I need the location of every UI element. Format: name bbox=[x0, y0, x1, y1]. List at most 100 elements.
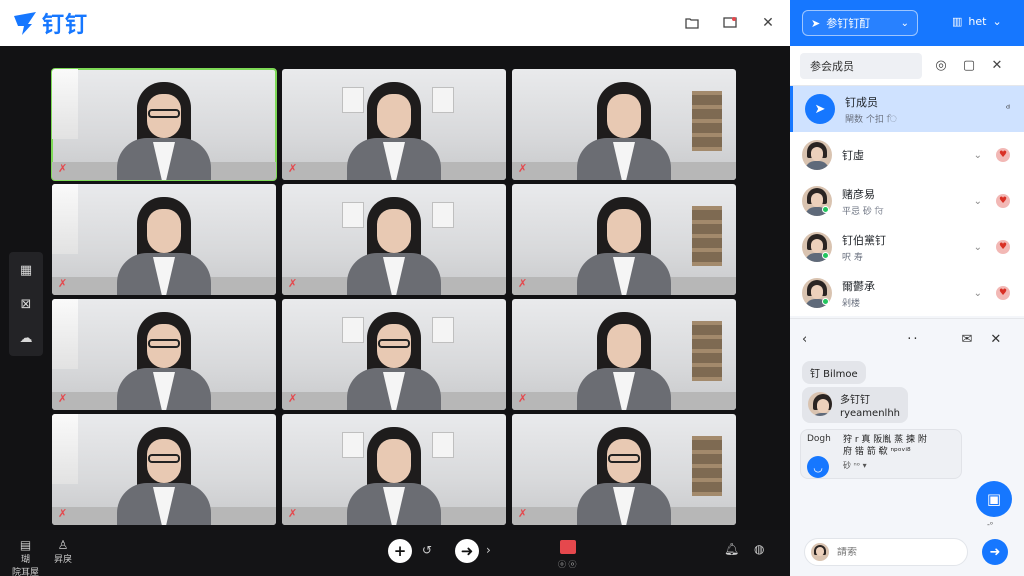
share-icon[interactable]: ☁ bbox=[12, 324, 40, 352]
record-icon[interactable] bbox=[560, 540, 576, 554]
participant-video bbox=[109, 76, 219, 180]
chat-message: Dogh 狩 r 真 阪胤 蒸 揀 附 府 锴 箭 欷 ⁿᵖᵒᵛⁱ⁸ 砂 ⁿᵒ … bbox=[800, 429, 962, 479]
send-button[interactable]: ➜ bbox=[982, 539, 1008, 565]
globe-icon[interactable]: ◎ bbox=[932, 58, 950, 73]
member-name: 钉成员 bbox=[845, 95, 878, 109]
square-icon[interactable]: ▢ bbox=[960, 58, 978, 73]
left-control-1-label: 瑚 院耳屋 bbox=[12, 555, 40, 576]
video-tile[interactable]: ✗ bbox=[52, 414, 276, 525]
member-name: 钉伯黨钉 bbox=[842, 233, 886, 247]
top-bar: 钉钉 ✕ bbox=[0, 0, 790, 46]
mic-off-icon: ✗ bbox=[288, 507, 298, 520]
video-tile[interactable]: ✗ bbox=[282, 184, 506, 295]
member-name: 爾鬱承 bbox=[842, 279, 875, 293]
window bbox=[52, 299, 78, 369]
layout-grid-icon[interactable]: ▦ bbox=[12, 256, 40, 284]
forward-button[interactable]: ➜ bbox=[455, 539, 479, 563]
chat-message-title: 多钉钉 bbox=[840, 395, 870, 406]
member-status: 閘数 个扣 ਿ bbox=[845, 114, 897, 125]
back-icon[interactable]: ‹ bbox=[802, 332, 807, 347]
close-icon[interactable]: ✕ bbox=[988, 58, 1006, 73]
reaction-icon: ♥ bbox=[996, 194, 1010, 208]
video-tile[interactable]: ✗ bbox=[51, 68, 277, 181]
bird-icon: ➤ bbox=[811, 16, 821, 30]
video-stage: ✗ ✗ ✗ ✗ ✗ ✗ ✗ ✗ ✗ ✗ ✗ ✗ bbox=[0, 46, 790, 530]
video-tile[interactable]: ✗ bbox=[282, 414, 506, 525]
video-tile[interactable]: ✗ bbox=[282, 299, 506, 410]
tab-members[interactable]: 参会成员 bbox=[800, 52, 922, 79]
chevron-down-icon[interactable]: ⌄ bbox=[974, 150, 982, 161]
mic-off-icon: ✗ bbox=[518, 507, 528, 520]
member-status: 平忌 砂 ਰਿ bbox=[842, 206, 884, 217]
side-panel: ➤ 参钉钉酊 ⌄ ▥ het ⌄ 参会成员 ◎ ▢ ✕ ➤ 钉成员閘数 个扣 ਿ ᵈ… bbox=[790, 0, 1024, 576]
chevron-down-icon[interactable]: ⌄ bbox=[974, 288, 982, 299]
left-control-2[interactable]: ♙ 昇戾 bbox=[54, 538, 72, 565]
avatar bbox=[811, 543, 829, 561]
online-indicator bbox=[822, 298, 829, 305]
chat-line: 狩 r 真 阪胤 蒸 揀 附 bbox=[843, 435, 927, 445]
chevron-right-icon[interactable]: › bbox=[486, 543, 491, 557]
box-icon[interactable]: ⊠ bbox=[12, 290, 40, 318]
left-toolbar: ▦ ⊠ ☁ bbox=[9, 252, 43, 356]
panel-header: ➤ 参钉钉酊 ⌄ ▥ het ⌄ bbox=[790, 0, 1024, 46]
mic-off-icon: ✗ bbox=[288, 392, 298, 405]
video-tile[interactable]: ✗ bbox=[512, 69, 736, 180]
quick-action-button[interactable]: ▣ bbox=[976, 481, 1012, 517]
video-tile[interactable]: ✗ bbox=[512, 414, 736, 525]
chat-panel: ‹ ·· ✉ ✕ 钉 Bilmoe 多钉钉 ryeamenlhh Dogh 狩 … bbox=[790, 318, 1024, 576]
mic-off-icon: ✗ bbox=[518, 162, 528, 175]
close-icon[interactable]: ✕ bbox=[990, 332, 1001, 347]
settings-icon[interactable]: ◍ bbox=[754, 542, 764, 556]
left-control-2-label: 昇戾 bbox=[54, 555, 73, 565]
member-row[interactable]: 钉伯黨钉呎 寿 ⌄ ♥ bbox=[790, 224, 1024, 270]
grid-icon: ▥ bbox=[952, 15, 963, 28]
video-tile[interactable]: ✗ bbox=[512, 184, 736, 295]
undo-icon[interactable]: ↺ bbox=[422, 543, 432, 557]
more-icon[interactable]: ·· bbox=[907, 332, 919, 347]
shelf bbox=[692, 206, 722, 266]
chevron-down-icon[interactable]: ⌄ bbox=[974, 196, 982, 207]
member-row[interactable]: 赌彦易平忌 砂 ਰਿ ⌄ ♥ bbox=[790, 178, 1024, 224]
shelf bbox=[692, 436, 722, 496]
add-button[interactable]: + bbox=[388, 539, 412, 563]
screen-share-icon[interactable] bbox=[720, 13, 740, 33]
chat-input-wrap bbox=[804, 538, 968, 566]
mic-off-icon: ✗ bbox=[518, 392, 528, 405]
video-tile[interactable]: ✗ bbox=[282, 69, 506, 180]
chat-meta: 砂 ⁿᵒ ▾ bbox=[843, 461, 867, 470]
shelf bbox=[692, 321, 722, 381]
video-tile[interactable]: ✗ bbox=[52, 299, 276, 410]
pip-icon: ▤ bbox=[19, 538, 32, 552]
person-icon: ♙ bbox=[57, 538, 69, 552]
chat-input[interactable] bbox=[837, 546, 947, 558]
window bbox=[52, 69, 78, 139]
pin-icon[interactable]: ᵈ bbox=[1006, 104, 1010, 115]
member-row[interactable]: ➤ 钉成员 閘数 个扣 ਿ ᵈ bbox=[790, 86, 1024, 132]
mic-off-icon: ✗ bbox=[288, 162, 298, 175]
close-icon[interactable]: ✕ bbox=[758, 13, 778, 33]
window bbox=[52, 414, 78, 484]
left-control-1[interactable]: ▤ 瑚 院耳屋 bbox=[12, 538, 39, 576]
meeting-dropdown[interactable]: ➤ 参钉钉酊 ⌄ bbox=[802, 10, 918, 36]
bell-icon[interactable]: 🔔︎ bbox=[724, 542, 739, 556]
chat-message-text: ryeamenlhh bbox=[840, 408, 900, 419]
member-list: ➤ 钉成员 閘数 个扣 ਿ ᵈ 钉虛 ⌄ ♥ 赌彦易 平忌 砂 ਰਿ ⌄ ♥ 钉伯黨钉呎 寿 ⌄ ♥ 爾鬱承… bbox=[790, 86, 1024, 316]
chevron-down-icon[interactable]: ⌄ bbox=[974, 242, 982, 253]
participant-video bbox=[109, 191, 219, 295]
window bbox=[52, 184, 78, 254]
shield-icon[interactable]: ◡ bbox=[807, 456, 829, 478]
member-row[interactable]: 钉虛 ⌄ ♥ bbox=[790, 132, 1024, 178]
video-tile[interactable]: ✗ bbox=[512, 299, 736, 410]
folder-icon[interactable] bbox=[682, 13, 702, 33]
chat-message: 多钉钉 ryeamenlhh bbox=[802, 387, 908, 423]
app-logo: 钉钉 bbox=[12, 7, 88, 39]
meeting-controls: ▤ 瑚 院耳屋 ♙ 昇戾 + ↺ ➜ › ⓞ ⓞ 🔔︎ ◍ bbox=[0, 530, 790, 576]
record-status: ⓞ ⓞ bbox=[558, 560, 577, 569]
mail-icon[interactable]: ✉ bbox=[961, 332, 972, 347]
member-name: 赌彦易 bbox=[842, 187, 875, 201]
member-status: 剁楼 bbox=[842, 298, 861, 309]
video-tile[interactable]: ✗ bbox=[52, 184, 276, 295]
user-dropdown[interactable]: ▥ het ⌄ bbox=[952, 15, 1002, 28]
member-status: 呎 寿 bbox=[842, 252, 863, 263]
member-row[interactable]: 爾鬱承 剁楼 ⌄ ♥ bbox=[790, 270, 1024, 316]
